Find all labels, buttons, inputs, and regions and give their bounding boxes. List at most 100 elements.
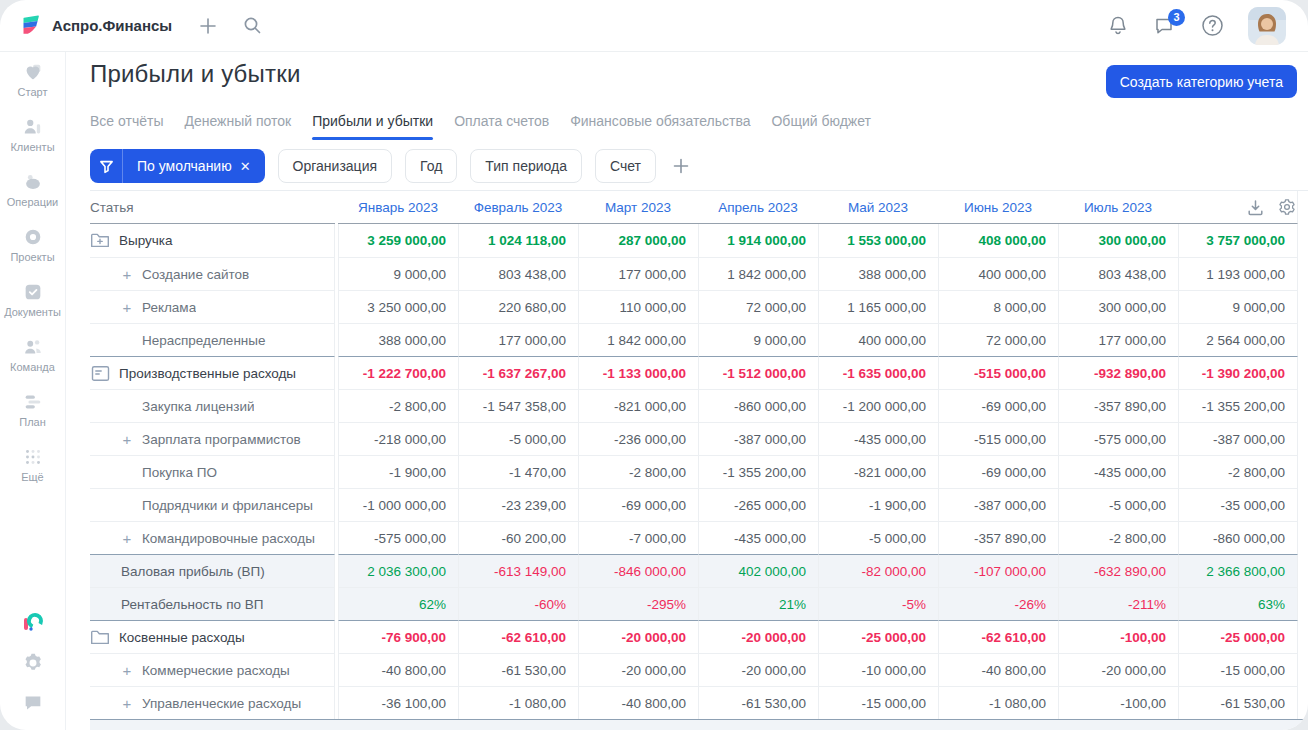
cell-value: 2 366 800,00 bbox=[1178, 554, 1298, 587]
app-logo-icon bbox=[20, 14, 42, 38]
cell-value: 72 000,00 bbox=[938, 323, 1058, 356]
column-header-month[interactable]: Май 2023 bbox=[818, 191, 938, 224]
table-row[interactable]: Покупка ПО-1 900,00-1 470,00-2 800,00-1 … bbox=[90, 455, 1308, 488]
cell-value: -1 390 200,00 bbox=[1178, 356, 1298, 389]
notifications-bell-icon[interactable] bbox=[1104, 12, 1132, 40]
cell-value: -435 000,00 bbox=[1058, 455, 1178, 488]
tab-денежный-поток[interactable]: Денежный поток bbox=[184, 113, 291, 140]
table-row[interactable]: +Зарплата программистов-218 000,00-5 000… bbox=[90, 422, 1308, 455]
sidebar-item-projects[interactable]: Проекты bbox=[0, 226, 65, 263]
table-row[interactable]: +Командировочные расходы-575 000,00-60 2… bbox=[90, 521, 1308, 554]
footer-logo-icon[interactable] bbox=[21, 610, 45, 634]
add-filter-icon[interactable] bbox=[672, 157, 690, 175]
search-icon[interactable] bbox=[238, 12, 266, 40]
sidebar-item-plan[interactable]: План bbox=[0, 391, 65, 428]
sidebar-item-start[interactable]: Старт bbox=[0, 61, 65, 98]
cell-value: -236 000,00 bbox=[578, 422, 698, 455]
cell-value: 803 438,00 bbox=[458, 257, 578, 290]
tab-все-отчёты[interactable]: Все отчёты bbox=[90, 113, 163, 140]
chat-bubble-icon[interactable] bbox=[22, 692, 44, 714]
table-row[interactable]: Закупка лицензий-2 800,00-1 547 358,00-8… bbox=[90, 389, 1308, 422]
cell-value: -62 610,00 bbox=[458, 620, 578, 653]
cell-value: -387 000,00 bbox=[1178, 422, 1298, 455]
cell-value: -632 890,00 bbox=[1058, 554, 1178, 587]
cell-value: -107 000,00 bbox=[938, 554, 1058, 587]
tab-прибыли-и-убытки[interactable]: Прибыли и убытки bbox=[312, 113, 433, 140]
cell-value: 400 000,00 bbox=[938, 257, 1058, 290]
doc-check-icon bbox=[22, 281, 44, 303]
filter-chip[interactable]: Год bbox=[405, 149, 457, 183]
cell-value: -1 637 267,00 bbox=[458, 356, 578, 389]
sidebar-item-operations[interactable]: Операции bbox=[0, 171, 65, 208]
create-category-button[interactable]: Создать категорию учета bbox=[1106, 65, 1297, 98]
table-row[interactable]: +Реклама3 250 000,00220 680,00110 000,00… bbox=[90, 290, 1308, 323]
sidebar-item-team[interactable]: Команда bbox=[0, 336, 65, 373]
expand-plus-icon[interactable]: + bbox=[121, 695, 133, 712]
expand-plus-icon[interactable]: + bbox=[121, 266, 133, 283]
cell-value: 400 000,00 bbox=[818, 323, 938, 356]
cell-value: -1 222 700,00 bbox=[338, 356, 458, 389]
messages-icon[interactable]: 3 bbox=[1154, 16, 1176, 36]
add-global-button[interactable] bbox=[194, 12, 222, 40]
table-row[interactable]: +Управленческие расходы-36 100,00-1 080,… bbox=[90, 686, 1308, 719]
table-row[interactable]: Выручка3 259 000,001 024 118,00287 000,0… bbox=[90, 224, 1308, 257]
card-icon[interactable] bbox=[90, 365, 110, 382]
expand-plus-icon[interactable]: + bbox=[121, 530, 133, 547]
help-icon[interactable] bbox=[1198, 12, 1226, 40]
cell-value: -7 000,00 bbox=[578, 521, 698, 554]
filter-chip[interactable]: Счет bbox=[595, 149, 656, 183]
topbar: Аспро.Финансы 3 bbox=[0, 0, 1308, 52]
tab-оплата-счетов[interactable]: Оплата счетов bbox=[454, 113, 549, 140]
filter-funnel-icon[interactable] bbox=[90, 149, 123, 183]
table-row[interactable]: +Коммерческие расходы-40 800,00-61 530,0… bbox=[90, 653, 1308, 686]
expand-plus-icon[interactable]: + bbox=[121, 431, 133, 448]
people-icon bbox=[22, 336, 44, 358]
row-label: Валовая прибыль (ВП) bbox=[121, 564, 265, 579]
gear-icon[interactable] bbox=[22, 652, 44, 674]
filter-chip[interactable]: Организация bbox=[278, 149, 392, 183]
folder-icon[interactable] bbox=[90, 629, 110, 646]
table-row[interactable]: Косвенные расходы-76 900,00-62 610,00-20… bbox=[90, 620, 1308, 653]
table-row[interactable]: Подрядчики и фрилансеры-1 000 000,00-23 … bbox=[90, 488, 1308, 521]
row-label: Нераспределенные bbox=[142, 333, 266, 348]
sidebar-item-more[interactable]: Ещё bbox=[0, 446, 65, 483]
expand-plus-icon[interactable]: + bbox=[121, 299, 133, 316]
table-row[interactable]: Нераспределенные388 000,00177 000,001 84… bbox=[90, 323, 1308, 356]
column-header-month[interactable]: Апрель 2023 bbox=[698, 191, 818, 224]
cell-value: 9 000,00 bbox=[1178, 290, 1298, 323]
cell-value: -20 000,00 bbox=[1058, 653, 1178, 686]
folder-plus-icon[interactable] bbox=[90, 232, 110, 249]
column-header-month[interactable]: Март 2023 bbox=[578, 191, 698, 224]
cell-value: 803 438,00 bbox=[1058, 257, 1178, 290]
filter-chip[interactable]: Тип периода bbox=[470, 149, 582, 183]
cell-value: 63% bbox=[1178, 587, 1298, 620]
filter-default-chip[interactable]: По умолчанию ✕ bbox=[90, 149, 265, 183]
tab-финансовые-обязательства[interactable]: Финансовые обязательства bbox=[570, 113, 750, 140]
expand-plus-icon[interactable]: + bbox=[121, 662, 133, 679]
download-icon[interactable] bbox=[1247, 199, 1264, 216]
cell-value: -1 355 200,00 bbox=[698, 455, 818, 488]
cell-value: 72 000,00 bbox=[698, 290, 818, 323]
user-avatar[interactable] bbox=[1248, 7, 1286, 45]
sidebar-item-label: План bbox=[19, 416, 46, 428]
tab-общий-бюджет[interactable]: Общий бюджет bbox=[771, 113, 870, 140]
column-header-month[interactable]: Июль 2023 bbox=[1058, 191, 1178, 224]
cell-value: -860 000,00 bbox=[1178, 521, 1298, 554]
app-title: Аспро.Финансы bbox=[52, 17, 172, 34]
filter-remove-icon[interactable]: ✕ bbox=[240, 159, 251, 174]
table-row[interactable]: +Создание сайтов9 000,00803 438,00177 00… bbox=[90, 257, 1308, 290]
cell-value: -23 239,00 bbox=[458, 488, 578, 521]
row-label: Косвенные расходы bbox=[119, 630, 245, 645]
cell-value: -10 000,00 bbox=[818, 653, 938, 686]
sidebar-item-documents[interactable]: Документы bbox=[0, 281, 65, 318]
table-settings-icon[interactable] bbox=[1278, 198, 1296, 216]
sidebar-item-clients[interactable]: Клиенты bbox=[0, 116, 65, 153]
cell-value: 62% bbox=[338, 587, 458, 620]
column-header-month[interactable]: Февраль 2023 bbox=[458, 191, 578, 224]
column-header-month[interactable]: Июнь 2023 bbox=[938, 191, 1058, 224]
table-row[interactable]: Рентабельность по ВП62%-60%-295%21%-5%-2… bbox=[90, 587, 1308, 620]
table-row[interactable]: Производственные расходы-1 222 700,00-1 … bbox=[90, 356, 1308, 389]
plan-icon bbox=[22, 391, 44, 413]
table-row[interactable]: Валовая прибыль (ВП)2 036 300,00-613 149… bbox=[90, 554, 1308, 587]
column-header-month[interactable]: Январь 2023 bbox=[338, 191, 458, 224]
